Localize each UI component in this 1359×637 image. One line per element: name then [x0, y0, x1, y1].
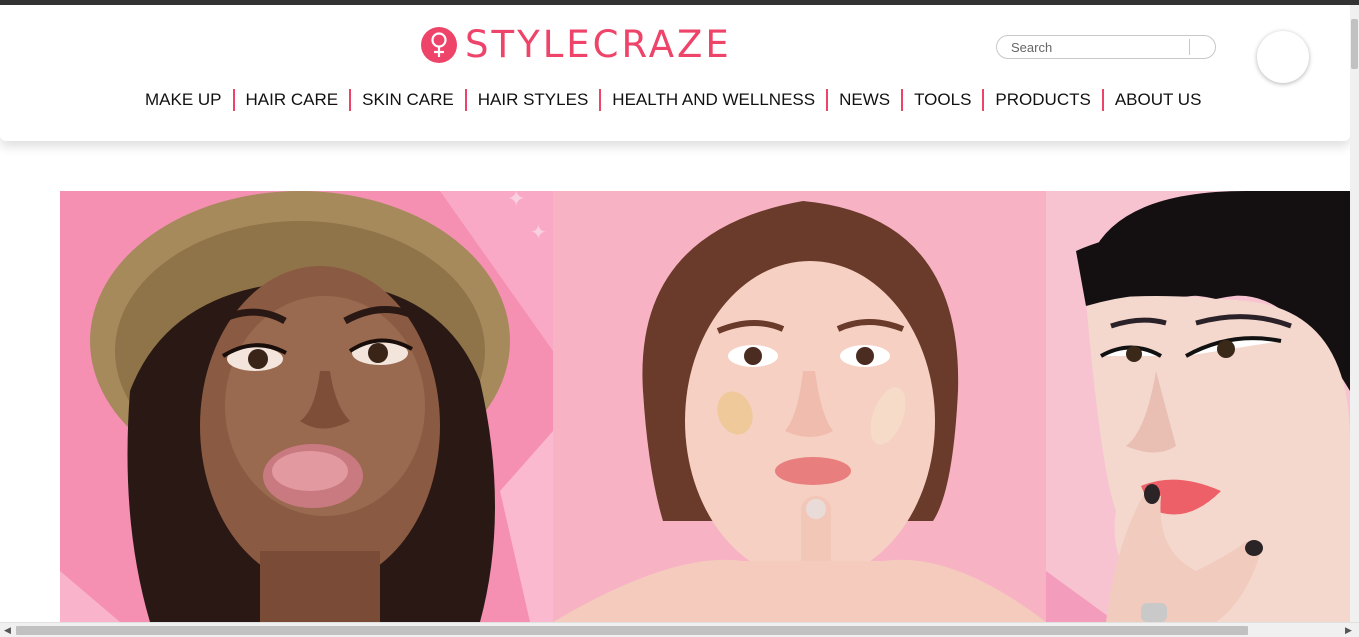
- nav-item-news[interactable]: NEWS: [839, 87, 890, 113]
- main-nav: MAKE UP HAIR CARE SKIN CARE HAIR STYLES …: [145, 87, 1201, 113]
- scroll-left-arrow-icon[interactable]: ◀: [4, 625, 11, 636]
- nav-separator: [232, 89, 235, 111]
- nav-separator: [599, 89, 602, 111]
- vertical-scrollbar-thumb[interactable]: [1351, 19, 1358, 69]
- svg-text:✦: ✦: [507, 191, 525, 212]
- nav-separator: [901, 89, 904, 111]
- site-header: STYLECRAZE MAKE UP HAIR CARE SKIN CARE H…: [0, 5, 1350, 141]
- horizontal-scrollbar-thumb[interactable]: [16, 626, 1248, 635]
- vertical-scrollbar[interactable]: [1350, 5, 1359, 622]
- nav-item-hair-care[interactable]: HAIR CARE: [246, 87, 339, 113]
- scroll-right-arrow-icon[interactable]: ▶: [1345, 625, 1352, 636]
- nav-separator: [1101, 89, 1104, 111]
- nav-separator: [464, 89, 467, 111]
- search-input[interactable]: [1011, 39, 1181, 56]
- brand-name: STYLECRAZE: [465, 23, 732, 66]
- hero-panel-makeup-lips[interactable]: ✦ ✦: [60, 191, 553, 622]
- nav-item-health-and-wellness[interactable]: HEALTH AND WELLNESS: [612, 87, 815, 113]
- hero-photo-2: [553, 191, 1046, 622]
- nav-item-about-us[interactable]: ABOUT US: [1115, 87, 1202, 113]
- nav-item-skin-care[interactable]: SKIN CARE: [362, 87, 454, 113]
- hero-panel-foundation[interactable]: [553, 191, 1046, 622]
- search-box: [996, 35, 1216, 59]
- user-avatar-icon[interactable]: [1257, 31, 1309, 83]
- hero-banner[interactable]: ✦ ✦: [60, 191, 1350, 622]
- horizontal-scrollbar[interactable]: ◀ ▶: [0, 622, 1359, 637]
- nav-separator: [982, 89, 985, 111]
- hero-panel-eyeliner[interactable]: [1046, 191, 1350, 622]
- hero-photo-1: ✦ ✦: [60, 191, 553, 622]
- nav-item-products[interactable]: PRODUCTS: [995, 87, 1090, 113]
- svg-text:✦: ✦: [530, 220, 547, 244]
- nav-item-tools[interactable]: TOOLS: [914, 87, 971, 113]
- site-logo[interactable]: STYLECRAZE: [421, 23, 732, 66]
- nav-item-hair-styles[interactable]: HAIR STYLES: [478, 87, 589, 113]
- nav-item-make-up[interactable]: MAKE UP: [145, 87, 222, 113]
- nav-separator: [826, 89, 829, 111]
- hero-photo-3: [1046, 191, 1350, 622]
- female-symbol-icon: [421, 27, 457, 63]
- nav-separator: [349, 89, 352, 111]
- search-divider: [1189, 39, 1190, 55]
